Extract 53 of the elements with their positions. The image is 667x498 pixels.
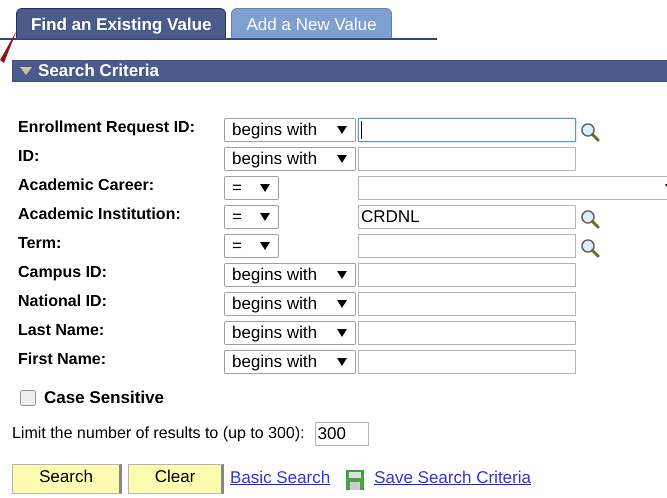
operator-dropdown[interactable]: begins with — [224, 263, 356, 287]
field-label: Academic Institution: — [18, 205, 182, 225]
field-label: ID: — [18, 147, 40, 167]
save-icon[interactable] — [346, 470, 364, 490]
operator-dropdown[interactable]: = — [224, 205, 279, 229]
operator-dropdown[interactable]: = — [224, 234, 279, 258]
input-field[interactable] — [358, 321, 576, 345]
caret-icon — [337, 271, 347, 279]
operator-dropdown[interactable]: begins with — [224, 147, 356, 171]
operator-dropdown[interactable]: = — [224, 176, 279, 200]
limit-label: Limit the number of results to (up to 300): — [12, 425, 305, 443]
operator-dropdown[interactable]: begins with — [224, 292, 356, 316]
operator-dropdown[interactable]: begins with — [224, 118, 356, 142]
input-field[interactable] — [358, 234, 576, 258]
caret-icon — [337, 126, 347, 134]
input-field[interactable] — [358, 263, 576, 287]
section-title: Search Criteria — [38, 61, 159, 81]
link[interactable]: Basic Search — [230, 468, 330, 488]
collapse-icon — [20, 67, 32, 75]
field-label: Campus ID: — [18, 263, 108, 283]
field-label: National ID: — [18, 292, 108, 312]
search-icon[interactable] — [580, 122, 600, 142]
operator-dropdown[interactable]: begins with — [224, 350, 356, 374]
field-label: Last Name: — [18, 321, 106, 341]
caret-icon — [260, 213, 270, 221]
limit-field[interactable]: 300 — [314, 422, 369, 446]
field-label: Term: — [18, 234, 62, 254]
field-label: Academic Career: — [18, 176, 156, 196]
dropdown-field[interactable] — [358, 176, 667, 200]
input-field[interactable] — [358, 350, 576, 374]
input-field[interactable] — [358, 147, 576, 171]
checkbox[interactable] — [20, 390, 36, 406]
tab[interactable]: Find an Existing Value — [16, 8, 226, 38]
field-label: Enrollment Request ID: — [18, 118, 196, 138]
search-icon[interactable] — [580, 238, 600, 258]
caret-icon — [337, 329, 347, 337]
search-button[interactable]: Search — [12, 464, 122, 494]
checkbox-label: Case Sensitive — [44, 388, 164, 408]
operator-dropdown[interactable]: begins with — [224, 321, 356, 345]
caret-icon — [337, 358, 347, 366]
field-label: First Name: — [18, 350, 108, 370]
input-field[interactable] — [358, 118, 576, 142]
input-field[interactable] — [358, 292, 576, 316]
caret-icon — [337, 300, 347, 308]
caret-icon — [260, 184, 270, 192]
search-icon[interactable] — [580, 209, 600, 229]
link[interactable]: Save Search Criteria — [374, 468, 532, 488]
caret-icon — [337, 155, 347, 163]
input-field[interactable]: CRDNL — [358, 205, 576, 229]
text-cursor — [361, 121, 362, 139]
clear-button[interactable]: Clear — [128, 464, 224, 494]
section-header[interactable]: Search Criteria — [12, 60, 667, 82]
caret-icon — [260, 242, 270, 250]
